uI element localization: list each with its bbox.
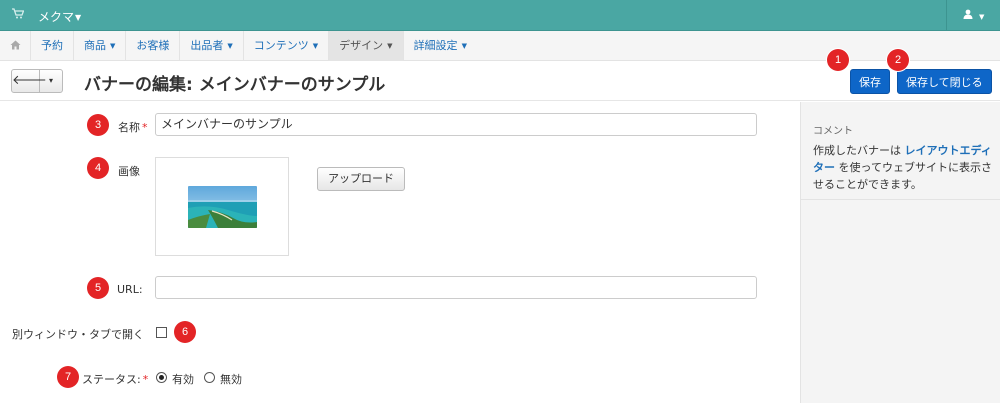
upload-button[interactable]: アップロード [317, 167, 405, 191]
chevron-down-icon: ▾ [48, 76, 53, 85]
name-label-text: 名称 [118, 121, 140, 134]
main-nav: 予約 商品 ▼ お客様 出品者 ▼ コンテンツ ▼ デザイン ▼ 詳細設定 ▼ [0, 31, 1000, 61]
nav-item-label: 商品 [84, 39, 106, 52]
required-mark: * [142, 121, 148, 134]
back-button-group: 🡐 ▾ [11, 69, 63, 93]
chevron-down-icon: ▼ [387, 42, 393, 50]
nav-items: 予約 商品 ▼ お客様 出品者 ▼ コンテンツ ▼ デザイン ▼ 詳細設定 ▼ [30, 31, 477, 61]
status-inactive-label: 無効 [220, 373, 242, 386]
nav-item[interactable]: 商品 ▼ [73, 31, 125, 61]
status-active-radio[interactable] [156, 372, 167, 383]
image-preview[interactable] [155, 157, 289, 256]
image-label: 画像 [118, 165, 140, 178]
chevron-down-icon: ▼ [461, 42, 467, 50]
save-and-close-button[interactable]: 保存して閉じる [897, 69, 992, 94]
nav-item-label: デザイン [339, 39, 384, 52]
back-button[interactable]: 🡐 [12, 70, 47, 92]
marker-4: 4 [87, 157, 109, 179]
nav-item[interactable]: デザイン ▼ [328, 31, 403, 61]
marker-3: 3 [87, 114, 109, 136]
history-dropdown[interactable]: ▾ [40, 70, 62, 92]
marker-2: 2 [887, 49, 909, 71]
title-bar: 🡐 ▾ バナーの編集: メインバナーのサンプル 保存 保存して閉じる 1 2 [0, 49, 1000, 101]
marker-5: 5 [87, 277, 109, 299]
nav-home[interactable] [0, 31, 30, 61]
name-label: 名称 * [118, 119, 148, 135]
nav-item[interactable]: 出品者 ▼ [179, 31, 242, 61]
user-icon [963, 9, 977, 22]
marker-6: 6 [174, 321, 196, 343]
save-button[interactable]: 保存 [850, 69, 890, 94]
url-input[interactable] [155, 276, 757, 299]
comment-text-after: を使ってウェブサイトに表示させることができます。 [813, 161, 992, 191]
status-active-label: 有効 [172, 373, 194, 386]
marker-1: 1 [827, 49, 849, 71]
user-menu[interactable]: ▼ [946, 0, 1000, 31]
comment-text-before: 作成したバナーは [813, 144, 905, 157]
marker-7: 7 [57, 366, 79, 388]
nav-item[interactable]: 詳細設定 ▼ [402, 31, 477, 61]
new-window-label: 別ウィンドウ・タブで開く [12, 328, 144, 341]
chevron-down-icon: ▼ [227, 42, 233, 50]
chevron-down-icon: ▼ [312, 42, 319, 50]
nav-item[interactable]: コンテンツ ▼ [242, 31, 328, 61]
nav-item-label: コンテンツ [253, 39, 309, 52]
comment-text: 作成したバナーは レイアウトエディター を使ってウェブサイトに表示させることがで… [813, 142, 993, 193]
nav-item[interactable]: お客様 [125, 31, 179, 61]
top-bar: メクマ▼ ▼ [0, 0, 1000, 31]
brand-label: メクマ [38, 10, 75, 24]
chevron-down-icon: ▼ [979, 13, 985, 21]
brand-menu[interactable]: メクマ▼ [38, 8, 81, 25]
required-mark: * [142, 373, 149, 386]
status-label-text: ステータス: [82, 373, 141, 386]
page-title: バナーの編集: メインバナーのサンプル [84, 75, 386, 95]
nav-item-label: 詳細設定 [413, 39, 458, 52]
status-label: ステータス: * [82, 371, 148, 387]
comment-sidebar: コメント 作成したバナーは レイアウトエディター を使ってウェブサイトに表示させ… [800, 102, 1000, 403]
chevron-down-icon: ▼ [75, 13, 82, 22]
nav-item[interactable]: 予約 [30, 31, 73, 61]
name-input[interactable]: メインバナーのサンプル [155, 113, 757, 136]
banner-thumbnail [188, 186, 257, 228]
url-label: URL: [117, 283, 143, 296]
nav-item-label: 出品者 [190, 39, 224, 52]
comment-title: コメント [813, 126, 853, 137]
nav-item-label: 予約 [41, 39, 63, 52]
new-window-checkbox[interactable] [156, 327, 167, 338]
comment-panel: コメント 作成したバナーは レイアウトエディター を使ってウェブサイトに表示させ… [801, 102, 1000, 200]
home-icon [10, 39, 21, 53]
nav-item-label: お客様 [136, 39, 170, 52]
status-inactive-radio[interactable] [204, 372, 215, 383]
chevron-down-icon: ▼ [110, 42, 116, 50]
banner-form: 3 名称 * メインバナーのサンプル 4 画像 アップロード 5 URL: 別ウィ… [0, 102, 800, 403]
cart-icon[interactable] [12, 8, 25, 22]
